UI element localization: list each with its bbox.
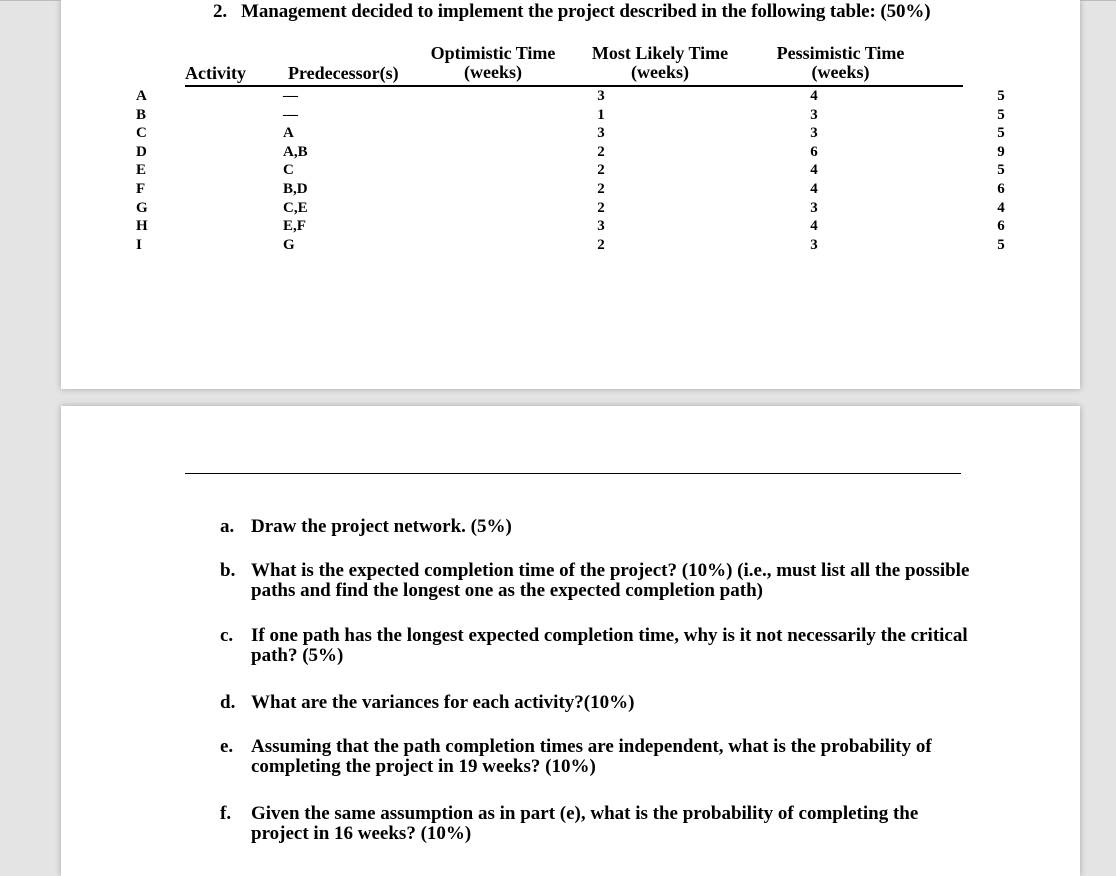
part-label: c.	[220, 625, 234, 646]
cell-optimistic: 2	[597, 181, 605, 197]
cell-predecessors: B,D	[283, 181, 308, 197]
cell-most-likely: 6	[810, 143, 818, 160]
cell-optimistic: 3	[597, 88, 605, 104]
part-label: b.	[220, 560, 236, 581]
cell-pessimistic: 5	[997, 88, 1005, 104]
question-title: 2. Management decided to implement the pr…	[213, 1, 931, 23]
cell-optimistic: 2	[597, 162, 605, 179]
cell-optimistic: 3	[597, 125, 605, 142]
part-label: f.	[220, 803, 232, 824]
cell-most-likely: 4	[810, 162, 818, 179]
cell-predecessors: A,B	[283, 143, 308, 160]
cell-activity: E	[136, 162, 147, 179]
cell-most-likely: 4	[810, 181, 818, 197]
document-page-1: 2. Management decided to implement the pr…	[61, 0, 1080, 389]
header-predecessors: Predecessor(s)	[288, 63, 399, 83]
part-text: What is the expected completion time of …	[251, 560, 970, 601]
cell-optimistic: 2	[597, 199, 605, 216]
table-header-rule	[185, 85, 963, 87]
section-divider	[185, 473, 961, 474]
cell-predecessors: A	[283, 125, 294, 142]
part-text: What are the variances for each activity…	[251, 692, 635, 713]
question-text: Management decided to implement the proj…	[241, 1, 931, 22]
cell-activity: C	[136, 125, 147, 142]
cell-pessimistic: 5	[997, 236, 1005, 253]
cell-pessimistic: 5	[997, 162, 1005, 179]
cell-pessimistic: 6	[997, 218, 1005, 235]
cell-pessimistic: 5	[997, 106, 1005, 123]
question-part: d. What are the variances for each activi…	[220, 693, 980, 713]
header-pessimistic: Pessimistic Time (weeks)	[776, 43, 905, 82]
question-part: a. Draw the project network. (5%)	[220, 517, 980, 537]
question-part: b. What is the expected completion time o…	[220, 561, 980, 601]
cell-activity: A	[136, 88, 147, 104]
header-activity: Activity	[185, 63, 246, 83]
cell-pessimistic: 6	[997, 181, 1005, 197]
part-label: e.	[220, 736, 234, 757]
cell-activity: I	[136, 236, 142, 253]
cell-optimistic: 2	[597, 143, 605, 160]
cell-most-likely: 4	[810, 218, 818, 235]
part-label: a.	[220, 516, 235, 537]
cell-predecessors: E,F	[283, 218, 306, 235]
question-part: f. Given the same assumption as in part (…	[220, 804, 980, 844]
cell-predecessors: —	[283, 106, 298, 123]
cell-activity: B	[136, 106, 147, 123]
cell-predecessors: C,E	[283, 199, 308, 216]
document-page-2: a. Draw the project network. (5%) b. What i…	[61, 406, 1080, 876]
cell-most-likely: 3	[810, 125, 818, 142]
question-number: 2.	[213, 1, 228, 22]
cell-most-likely: 3	[810, 199, 818, 216]
question-part: e. Assuming that the path completion time…	[220, 737, 980, 777]
cell-optimistic: 2	[597, 236, 605, 253]
header-most-likely: Most Likely Time (weeks)	[591, 43, 729, 82]
cell-predecessors: G	[283, 236, 295, 253]
cell-predecessors: C	[283, 162, 294, 179]
cell-pessimistic: 4	[997, 199, 1005, 216]
cell-activity: H	[136, 218, 148, 235]
cell-activity: F	[136, 181, 146, 197]
cell-most-likely: 4	[810, 88, 818, 104]
cell-most-likely: 3	[810, 106, 818, 123]
question-part: c. If one path has the longest expected c…	[220, 626, 980, 666]
cell-most-likely: 3	[810, 236, 818, 253]
cell-optimistic: 1	[597, 106, 605, 123]
cell-pessimistic: 9	[997, 143, 1005, 160]
cell-activity: D	[136, 143, 147, 160]
part-text: Draw the project network. (5%)	[251, 516, 512, 537]
header-optimistic: Optimistic Time (weeks)	[430, 43, 556, 82]
part-label: d.	[220, 692, 236, 713]
cell-pessimistic: 5	[997, 125, 1005, 142]
cell-optimistic: 3	[597, 218, 605, 235]
cell-predecessors: —	[283, 88, 298, 104]
part-text: Given the same assumption as in part (e)…	[251, 803, 919, 844]
part-text: Assuming that the path completion times …	[251, 736, 932, 777]
cell-activity: G	[136, 199, 148, 216]
part-text: If one path has the longest expected com…	[251, 625, 968, 666]
